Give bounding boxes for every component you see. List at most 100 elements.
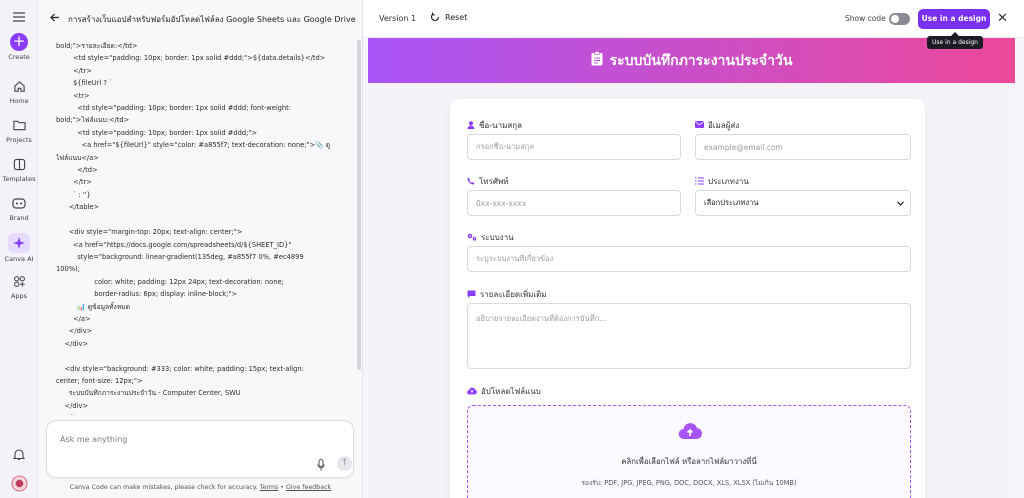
brand-icon: [10, 194, 28, 212]
rail-brand[interactable]: Brand: [0, 194, 38, 222]
code-line: <td style="padding: 10px; border: 1px so…: [56, 54, 326, 63]
email-label-text: อีเมลผู้ส่ง: [708, 121, 740, 130]
system-label-text: ระบบงาน: [481, 233, 514, 242]
email-input[interactable]: example@email.com: [695, 134, 911, 160]
sparkle-icon: [8, 233, 30, 253]
upload-instructions: คลิกเพื่อเลือกไฟล์ หรือลากไฟล์มาวางที่นี…: [621, 457, 757, 466]
code-line: <div style="margin-top: 20px; text-align…: [56, 228, 243, 237]
chat-title: การสร้างเว็บแอปสำหรับฟอร์มอัปโหลดไฟล์ลง …: [68, 14, 356, 24]
chat-header: การสร้างเว็บแอปสำหรับฟอร์มอัปโหลดไฟล์ลง …: [38, 0, 363, 38]
microphone-icon[interactable]: [317, 459, 325, 471]
code-line: </tr>: [56, 66, 92, 75]
email-placeholder: example@email.com: [704, 142, 783, 152]
envelope-icon: [695, 121, 704, 130]
app-preview: ระบบบันทึกภาระงานประจำวัน ชื่อ-นามสกุล ก…: [368, 38, 1015, 498]
form-card: ชื่อ-นามสกุล กรอกชื่อ-นามสกุล อีเมลผู้ส่…: [450, 99, 925, 498]
code-line: </td>: [56, 166, 98, 175]
close-icon[interactable]: ✕: [997, 11, 1008, 26]
chat-input-placeholder: Ask me anything: [60, 435, 128, 444]
notifications-button[interactable]: [0, 445, 38, 465]
rail-projects[interactable]: Projects: [0, 116, 38, 144]
worktype-value: เลือกประเภทงาน: [704, 198, 759, 207]
home-icon: [10, 77, 28, 95]
rail-label: Apps: [10, 292, 28, 300]
send-button[interactable]: ↑: [337, 456, 352, 471]
chat-input[interactable]: Ask me anything ↑: [46, 420, 354, 478]
phone-label-text: โทรศัพท์: [479, 177, 509, 186]
menu-button[interactable]: [0, 8, 38, 28]
rail-label: Templates: [2, 175, 36, 183]
code-line: </div>: [56, 412, 356, 415]
details-placeholder: อธิบายรายละเอียดงานที่ต้องการบันทึก...: [476, 314, 607, 323]
upload-dropzone[interactable]: คลิกเพื่อเลือกไฟล์ หรือลากไฟล์มาวางที่นี…: [467, 405, 911, 498]
details-label-text: รายละเอียดเพิ่มเติม: [480, 290, 547, 299]
list-icon: [695, 176, 704, 187]
code-scrollbar[interactable]: [357, 40, 361, 370]
rail-apps[interactable]: Apps: [0, 272, 38, 300]
code-line: 📊 ดูข้อมูลทั้งหมด: [56, 302, 130, 311]
tooltip: Use in a design: [927, 32, 983, 49]
worktype-label-text: ประเภทงาน: [708, 177, 749, 186]
code-line: ` : ''}: [56, 190, 91, 199]
code-line: ไฟล์แนบ</a>: [56, 153, 99, 162]
details-textarea[interactable]: อธิบายรายละเอียดงานที่ต้องการบันทึก...: [467, 303, 911, 369]
name-input[interactable]: กรอกชื่อ-นามสกุล: [467, 134, 681, 160]
code-line: </tr>: [56, 178, 92, 187]
rail-home[interactable]: Home: [0, 77, 38, 105]
preview-topbar: Version 1 Reset Show code Use in a desig…: [363, 0, 1024, 38]
version-label[interactable]: Version 1: [379, 14, 416, 23]
terms-link[interactable]: Terms: [260, 484, 279, 491]
email-label: อีเมลผู้ส่ง: [695, 119, 739, 132]
code-line: <a href="${fileUrl}" style="color: #a855…: [56, 141, 331, 150]
reset-button[interactable]: Reset: [430, 12, 467, 22]
code-line: ระบบบันทึกภาระงานประจำวัน - Computer Cen…: [56, 389, 241, 398]
code-line: </a>: [56, 314, 91, 323]
code-line: </div>: [56, 339, 89, 348]
rail-label: Create: [8, 53, 30, 61]
phone-placeholder: 0xx-xxx-xxxx: [476, 198, 527, 208]
code-line: <a href="https://docs.google.com/spreads…: [56, 240, 292, 249]
upload-label-text: อัปโหลดไฟล์แนบ: [481, 387, 541, 396]
apps-icon: [10, 272, 28, 290]
code-line: bold;">รายละเอียด:</td>: [56, 42, 138, 50]
disclaimer: Canva Code can make mistakes, please che…: [38, 484, 363, 491]
code-line: </div>: [56, 327, 93, 336]
use-in-design-button[interactable]: Use in a design: [918, 9, 990, 29]
name-placeholder: กรอกชื่อ-นามสกุล: [476, 142, 534, 151]
code-line: <td style="padding: 10px; border: 1px so…: [56, 104, 292, 113]
show-code-toggle[interactable]: [889, 13, 910, 25]
system-label: ระบบงาน: [467, 231, 514, 244]
avatar-icon: [10, 474, 28, 492]
feedback-link[interactable]: Give feedback: [286, 484, 331, 491]
phone-label: โทรศัพท์: [467, 175, 509, 188]
phone-input[interactable]: 0xx-xxx-xxxx: [467, 190, 681, 216]
name-label: ชื่อ-นามสกุล: [467, 119, 522, 132]
code-block: bold;">รายละเอียด:</td> <td style="paddi…: [56, 40, 356, 415]
rail-canva-ai[interactable]: Canva AI: [0, 233, 38, 263]
system-input[interactable]: ระบุระบบงานที่เกี่ยวข้อง: [467, 246, 911, 272]
code-line: border-radius: 6px; display: inline-bloc…: [56, 290, 238, 299]
code-line: center; font-size: 12px;">: [56, 376, 143, 385]
rail-templates[interactable]: Templates: [0, 155, 38, 183]
bell-icon: [10, 445, 28, 463]
hamburger-icon: [10, 8, 28, 26]
chat-panel: การสร้างเว็บแอปสำหรับฟอร์มอัปโหลดไฟล์ลง …: [38, 0, 363, 498]
details-label: รายละเอียดเพิ่มเติม: [467, 288, 547, 301]
rail-label: Brand: [9, 214, 29, 222]
code-line: style="background: linear-gradient(135de…: [56, 252, 304, 261]
gears-icon: [467, 233, 477, 243]
worktype-label: ประเภทงาน: [695, 175, 749, 188]
chevron-down-icon: [897, 199, 904, 208]
code-line: bold;">ไฟล์แนบ:</td>: [56, 116, 130, 125]
avatar[interactable]: [0, 474, 38, 494]
code-line: <div style="background: #333; color: whi…: [56, 364, 304, 373]
folder-icon: [10, 116, 28, 134]
rail-create[interactable]: + Create: [0, 33, 38, 62]
banner-title: ระบบบันทึกภาระงานประจำวัน: [609, 52, 793, 69]
user-icon: [467, 120, 475, 131]
back-arrow-icon[interactable]: [50, 13, 60, 25]
worktype-select[interactable]: เลือกประเภทงาน: [695, 190, 911, 216]
code-line: ${fileUrl ? `: [56, 79, 113, 88]
